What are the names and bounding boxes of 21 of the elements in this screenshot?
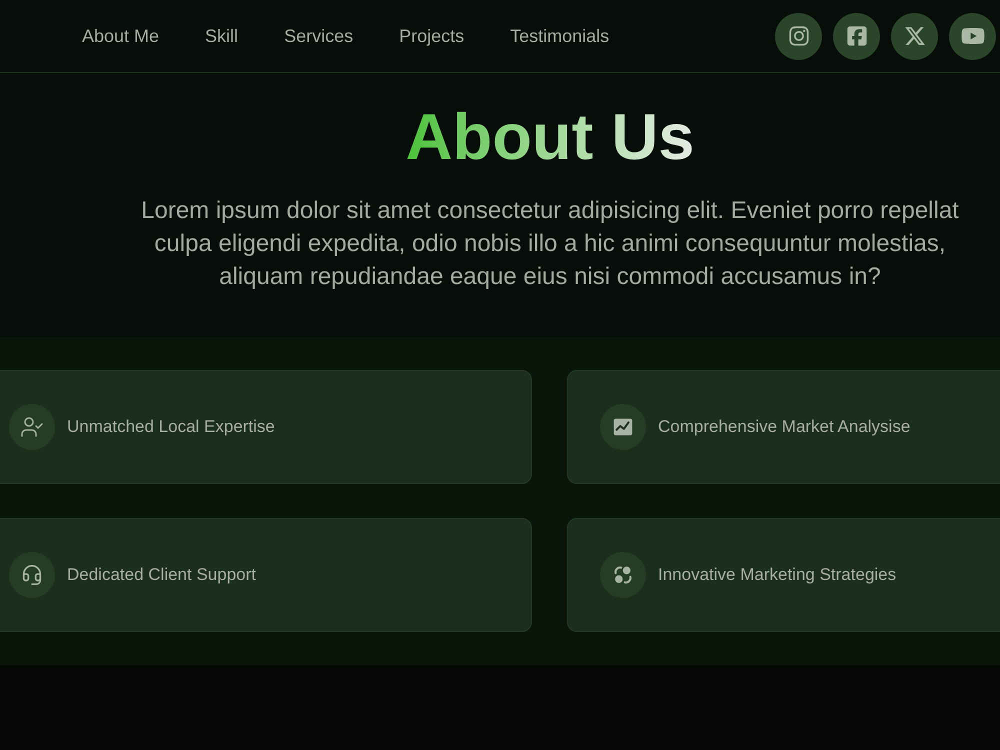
nav-link[interactable]: About Me — [82, 22, 160, 50]
x-logo-icon — [904, 25, 926, 47]
feature-label: Unmatched Local Expertise — [67, 416, 275, 438]
user-check-icon — [9, 404, 55, 450]
nav-link[interactable]: Services — [284, 22, 354, 50]
social-link[interactable] — [775, 12, 822, 60]
social-link[interactable] — [949, 12, 996, 60]
feature-label: Comprehensive Market Analysise — [658, 416, 910, 438]
headset-icon — [9, 552, 55, 598]
intro-paragraph: Lorem ipsum dolor sit amet consectetur adipisicing elit. Eveniet porro repellat culpa eligendi expedita, odio nobis illo a hic animi consequuntur molestias, aliquam repudiandae eaque eius nisi commodi accusamus in? — [140, 196, 960, 292]
chart-icon — [600, 404, 646, 450]
instagram-icon — [788, 25, 810, 47]
shapes-icon — [600, 552, 646, 598]
social-link[interactable] — [891, 12, 938, 60]
feature-label: Innovative Marketing Strategies — [658, 564, 896, 586]
facebook-icon — [846, 25, 868, 47]
feature-label: Dedicated Client Support — [67, 564, 256, 586]
nav-link[interactable]: Testimonials — [510, 22, 610, 50]
nav-link[interactable]: Skill — [205, 22, 238, 50]
nav-link[interactable]: Projects — [399, 22, 464, 50]
social-link[interactable] — [833, 12, 880, 60]
